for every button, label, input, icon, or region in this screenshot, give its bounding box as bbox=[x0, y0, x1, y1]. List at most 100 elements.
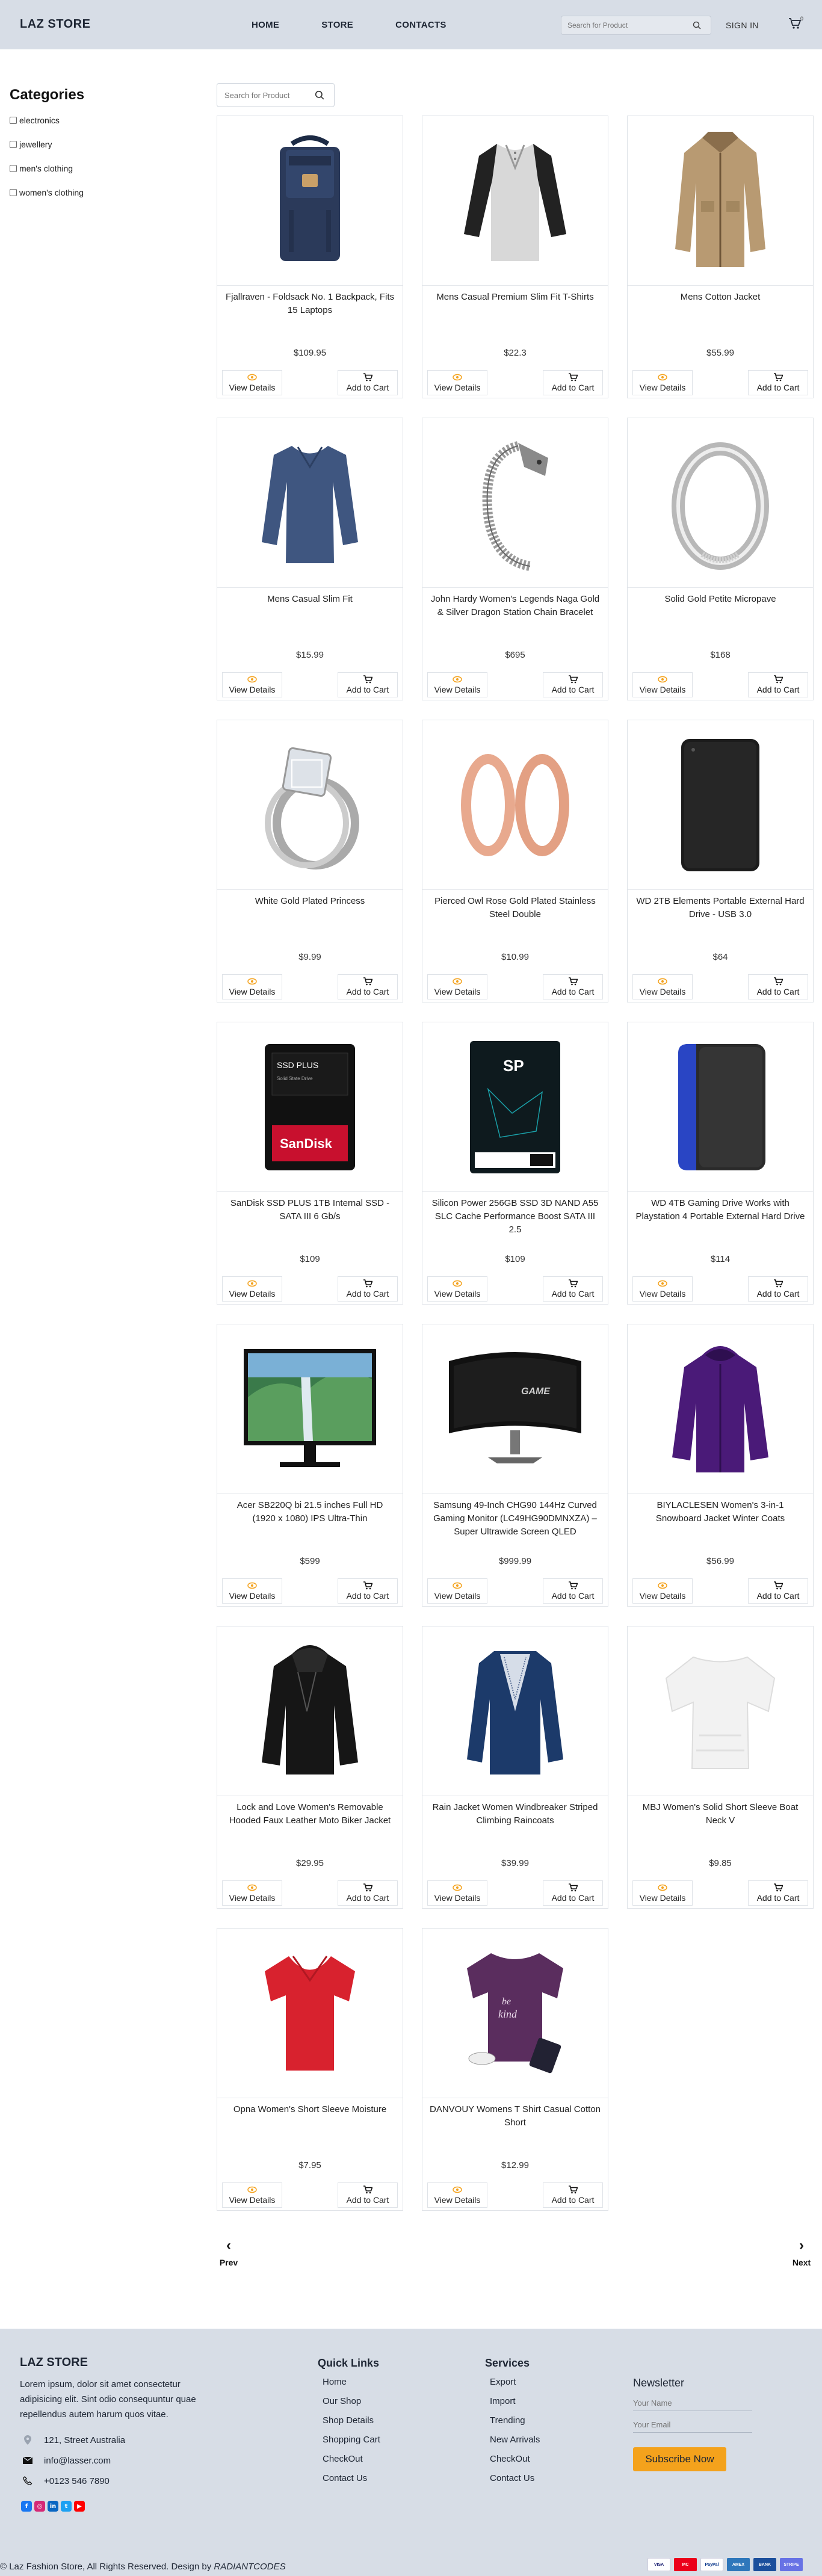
view-details-button[interactable]: View Details bbox=[427, 1578, 487, 1604]
search-icon[interactable] bbox=[688, 21, 706, 29]
add-to-cart-button[interactable]: Add to Cart bbox=[338, 1276, 398, 1302]
subscribe-button[interactable]: Subscribe Now bbox=[633, 2447, 726, 2471]
view-details-button[interactable]: View Details bbox=[427, 1880, 487, 1906]
add-to-cart-button[interactable]: Add to Cart bbox=[543, 2182, 603, 2208]
product-card[interactable]: White Gold Plated Princess $9.99 View Deta… bbox=[217, 720, 403, 1002]
product-card[interactable]: Opna Women's Short Sleeve Moisture $7.95 V… bbox=[217, 1928, 403, 2211]
category-electronics[interactable]: electronics bbox=[10, 114, 190, 126]
service-export[interactable]: Export bbox=[490, 2376, 540, 2389]
view-details-button[interactable]: View Details bbox=[222, 370, 282, 395]
add-to-cart-button[interactable]: Add to Cart bbox=[338, 672, 398, 697]
add-to-cart-button[interactable]: Add to Cart bbox=[543, 1276, 603, 1302]
brand-logo[interactable]: LAZ STORE bbox=[20, 17, 90, 31]
checkbox[interactable] bbox=[10, 117, 17, 124]
view-details-button[interactable]: View Details bbox=[222, 1880, 282, 1906]
header-search-input[interactable] bbox=[561, 21, 688, 29]
checkbox[interactable] bbox=[10, 141, 17, 148]
product-card[interactable]: SSD PLUS Solid State Drive SanDisk SanDisk … bbox=[217, 1022, 403, 1305]
service-contact-us[interactable]: Contact Us bbox=[490, 2472, 540, 2485]
view-details-button[interactable]: View Details bbox=[632, 1578, 693, 1604]
add-to-cart-button[interactable]: Add to Cart bbox=[748, 672, 808, 697]
email-text[interactable]: info@lasser.com bbox=[44, 2456, 111, 2466]
view-details-button[interactable]: View Details bbox=[632, 672, 693, 697]
newsletter-name-input[interactable] bbox=[633, 2395, 752, 2411]
service-new-arrivals[interactable]: New Arrivals bbox=[490, 2433, 540, 2447]
add-to-cart-button[interactable]: Add to Cart bbox=[543, 672, 603, 697]
category-jewellery[interactable]: jewellery bbox=[10, 138, 190, 150]
product-image[interactable]: SP bbox=[422, 1022, 608, 1192]
product-card[interactable]: Lock and Love Women's Removable Hooded F… bbox=[217, 1626, 403, 1909]
newsletter-email-input[interactable] bbox=[633, 2417, 752, 2433]
product-image[interactable]: be kind bbox=[422, 1929, 608, 2098]
linkedin-icon[interactable]: in bbox=[48, 2501, 58, 2512]
product-image[interactable]: GAME bbox=[422, 1324, 608, 1494]
product-image[interactable] bbox=[422, 720, 608, 890]
view-details-button[interactable]: View Details bbox=[632, 974, 693, 999]
service-trending[interactable]: Trending bbox=[490, 2414, 540, 2427]
product-card[interactable]: MBJ Women's Solid Short Sleeve Boat Neck… bbox=[627, 1626, 814, 1909]
product-image[interactable] bbox=[422, 116, 608, 286]
product-card[interactable]: Pierced Owl Rose Gold Plated Stainless S… bbox=[422, 720, 608, 1002]
checkbox[interactable] bbox=[10, 165, 17, 172]
category-womens-clothing[interactable]: women's clothing bbox=[10, 187, 190, 199]
add-to-cart-button[interactable]: Add to Cart bbox=[543, 370, 603, 395]
add-to-cart-button[interactable]: Add to Cart bbox=[748, 370, 808, 395]
product-image[interactable] bbox=[217, 720, 403, 890]
product-image[interactable] bbox=[217, 418, 403, 588]
view-details-button[interactable]: View Details bbox=[427, 1276, 487, 1302]
product-card[interactable]: Mens Casual Slim Fit $15.99 View Details Ad… bbox=[217, 418, 403, 700]
product-image[interactable] bbox=[217, 116, 403, 286]
product-image[interactable] bbox=[217, 1929, 403, 2098]
quick-link-checkout[interactable]: CheckOut bbox=[323, 2453, 380, 2466]
product-card[interactable]: Rain Jacket Women Windbreaker Striped Cl… bbox=[422, 1626, 608, 1909]
quick-link-shopping-cart[interactable]: Shopping Cart bbox=[323, 2433, 380, 2447]
product-card[interactable]: be kind DANVOUY Womens T Shirt Casual Cott… bbox=[422, 1928, 608, 2211]
view-details-button[interactable]: View Details bbox=[632, 1880, 693, 1906]
product-card[interactable]: SP Silicon Power 256GB SSD 3D NAND A55 SL… bbox=[422, 1022, 608, 1305]
phone-text[interactable]: +0123 546 7890 bbox=[44, 2476, 110, 2486]
product-image[interactable] bbox=[628, 720, 813, 890]
cart-icon[interactable] bbox=[788, 17, 802, 32]
quick-link-contact-us[interactable]: Contact Us bbox=[323, 2472, 380, 2485]
product-image[interactable] bbox=[628, 1324, 813, 1494]
product-image[interactable] bbox=[628, 116, 813, 286]
add-to-cart-button[interactable]: Add to Cart bbox=[338, 370, 398, 395]
product-card[interactable]: John Hardy Women's Legends Naga Gold & S… bbox=[422, 418, 608, 700]
instagram-icon[interactable]: ◎ bbox=[34, 2501, 45, 2512]
add-to-cart-button[interactable]: Add to Cart bbox=[748, 1276, 808, 1302]
add-to-cart-button[interactable]: Add to Cart bbox=[748, 974, 808, 999]
product-card[interactable]: WD 2TB Elements Portable External Hard D… bbox=[627, 720, 814, 1002]
view-details-button[interactable]: View Details bbox=[222, 1578, 282, 1604]
product-card[interactable]: Fjallraven - Foldsack No. 1 Backpack, Fi… bbox=[217, 116, 403, 398]
prev-page-button[interactable]: ‹ Prev bbox=[217, 2237, 241, 2267]
next-page-button[interactable]: › Next bbox=[790, 2237, 814, 2267]
quick-link-home[interactable]: Home bbox=[323, 2376, 380, 2389]
quick-link-our-shop[interactable]: Our Shop bbox=[323, 2395, 380, 2408]
add-to-cart-button[interactable]: Add to Cart bbox=[543, 1578, 603, 1604]
product-search-input[interactable] bbox=[217, 90, 307, 100]
product-image[interactable] bbox=[422, 418, 608, 588]
view-details-button[interactable]: View Details bbox=[632, 1276, 693, 1302]
view-details-button[interactable]: View Details bbox=[427, 370, 487, 395]
product-image[interactable] bbox=[422, 1626, 608, 1796]
view-details-button[interactable]: View Details bbox=[427, 672, 487, 697]
nav-home-link[interactable]: HOME bbox=[252, 20, 279, 30]
product-card[interactable]: Acer SB220Q bi 21.5 inches Full HD (1920… bbox=[217, 1324, 403, 1607]
sign-in-link[interactable]: SIGN IN bbox=[726, 20, 759, 30]
youtube-icon[interactable]: ▶ bbox=[74, 2501, 85, 2512]
product-card[interactable]: BIYLACLESEN Women's 3-in-1 Snowboard Jac… bbox=[627, 1324, 814, 1607]
product-image[interactable]: SSD PLUS Solid State Drive SanDisk bbox=[217, 1022, 403, 1192]
view-details-button[interactable]: View Details bbox=[427, 2182, 487, 2208]
quick-link-shop-details[interactable]: Shop Details bbox=[323, 2414, 380, 2427]
add-to-cart-button[interactable]: Add to Cart bbox=[338, 974, 398, 999]
nav-contacts-link[interactable]: CONTACTS bbox=[395, 20, 447, 30]
product-image[interactable] bbox=[217, 1324, 403, 1494]
view-details-button[interactable]: View Details bbox=[222, 974, 282, 999]
nav-store-link[interactable]: STORE bbox=[321, 20, 353, 30]
product-card[interactable]: GAME Samsung 49-Inch CHG90 144Hz Curved G… bbox=[422, 1324, 608, 1607]
add-to-cart-button[interactable]: Add to Cart bbox=[338, 2182, 398, 2208]
designer-credit[interactable]: RADIANTCODES bbox=[214, 2562, 285, 2572]
service-import[interactable]: Import bbox=[490, 2395, 540, 2408]
category-mens-clothing[interactable]: men's clothing bbox=[10, 162, 190, 175]
checkbox[interactable] bbox=[10, 189, 17, 196]
